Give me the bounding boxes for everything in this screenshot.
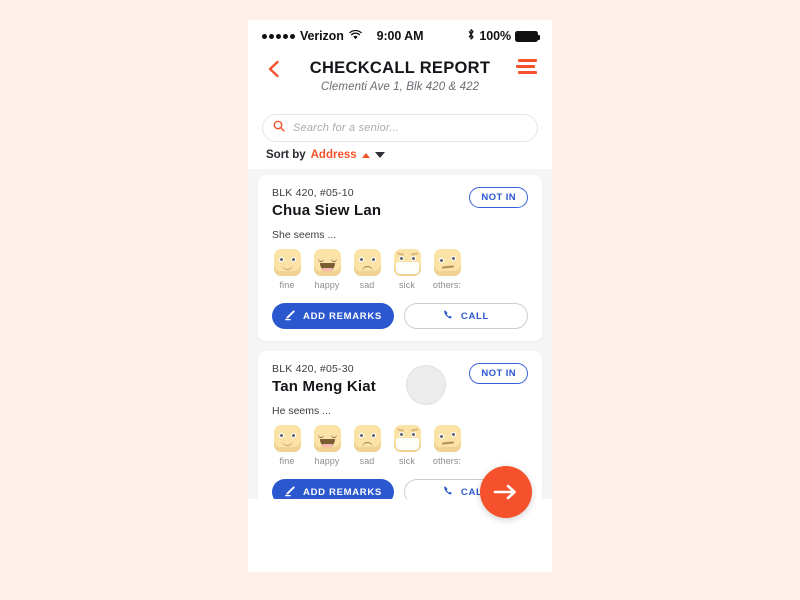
card-identity: BLK 420, #05-10 Chua Siew Lan — [272, 187, 381, 219]
back-button[interactable] — [262, 58, 284, 80]
status-bar-clock: 9:00 AM — [376, 29, 424, 43]
add-remarks-label: ADD REMARKS — [303, 310, 382, 322]
call-button[interactable]: CALL — [404, 303, 528, 329]
next-page-fab[interactable] — [480, 466, 532, 518]
face-others-icon — [433, 249, 461, 276]
mood-label: others: — [432, 456, 462, 466]
hamburger-bar — [518, 59, 537, 62]
caret-up-icon[interactable] — [361, 152, 370, 158]
status-badge[interactable]: NOT IN — [469, 187, 528, 208]
mood-option-sick[interactable]: sick — [392, 249, 422, 290]
bluetooth-icon — [467, 28, 475, 44]
app-header: CHECKCALL REPORT Clementi Ave 1, Blk 420… — [248, 52, 552, 110]
add-remarks-button[interactable]: ADD REMARKS — [272, 303, 394, 329]
unit-address: BLK 420, #05-10 — [272, 187, 354, 199]
add-remarks-button[interactable]: ADD REMARKS — [272, 479, 394, 499]
page-subtitle: Clementi Ave 1, Blk 420 & 422 — [320, 81, 480, 93]
face-sick-icon — [393, 249, 421, 276]
face-happy-icon — [313, 425, 341, 452]
mood-option-others[interactable]: others: — [432, 425, 462, 466]
senior-name: Chua Siew Lan — [272, 202, 382, 219]
face-fine-icon — [273, 249, 301, 276]
chevron-left-icon — [268, 60, 279, 78]
mood-option-sick[interactable]: sick — [392, 425, 422, 466]
face-sad-icon — [353, 425, 381, 452]
mood-option-fine[interactable]: fine — [272, 249, 302, 290]
mood-option-sad[interactable]: sad — [352, 249, 382, 290]
hamburger-bar — [518, 71, 537, 74]
sort-label: Sort by — [266, 149, 306, 161]
status-bar-right: 100% — [423, 28, 541, 44]
add-remarks-label: ADD REMARKS — [303, 486, 382, 498]
mood-selector: fine happy sad sick others: — [272, 249, 528, 290]
battery-percent-label: 100% — [479, 29, 511, 43]
mood-label: happy — [314, 280, 340, 290]
arrow-right-icon — [493, 484, 516, 500]
face-sick-icon — [393, 425, 421, 452]
face-fine-icon — [273, 425, 301, 452]
battery-icon — [515, 30, 541, 42]
search-icon — [273, 119, 285, 137]
mood-option-happy[interactable]: happy — [312, 425, 342, 466]
mood-selector: fine happy sad sick others: — [272, 425, 528, 466]
carrier-label: Verizon — [300, 29, 344, 43]
face-sad-icon — [353, 249, 381, 276]
mood-label: sick — [399, 280, 415, 290]
hamburger-menu-icon[interactable] — [516, 59, 538, 77]
mood-label: sick — [399, 456, 415, 466]
call-label: CALL — [460, 310, 490, 322]
pencil-icon — [284, 485, 296, 500]
search-placeholder: Search for a senior... — [293, 122, 400, 134]
mood-label: fine — [279, 456, 295, 466]
status-badge[interactable]: NOT IN — [469, 363, 528, 384]
mood-option-happy[interactable]: happy — [312, 249, 342, 290]
card-header: BLK 420, #05-10 Chua Siew Lan NOT IN — [272, 187, 528, 219]
card-header: BLK 420, #05-30 Tan Meng Kiat NOT IN — [272, 363, 528, 395]
mood-label: sad — [359, 456, 375, 466]
phone-screen: Verizon 9:00 AM 100% CHECKCALL REPORT Cl… — [248, 20, 552, 572]
face-others-icon — [433, 425, 461, 452]
card-actions: ADD REMARKS CALL — [272, 303, 528, 329]
mood-prompt: She seems ... — [272, 229, 337, 241]
mood-option-others[interactable]: others: — [432, 249, 462, 290]
page-title: CHECKCALL REPORT — [309, 59, 491, 77]
mood-prompt: He seems ... — [272, 405, 331, 417]
mood-label: others: — [432, 280, 462, 290]
phone-icon — [443, 485, 454, 499]
mood-label: sad — [359, 280, 375, 290]
senior-name: Tan Meng Kiat — [272, 378, 376, 395]
sort-value[interactable]: Address — [311, 149, 357, 161]
status-bar: Verizon 9:00 AM 100% — [248, 20, 552, 52]
face-happy-icon — [313, 249, 341, 276]
unit-address: BLK 420, #05-30 — [272, 363, 354, 375]
mood-label: happy — [314, 456, 340, 466]
status-bar-left: Verizon — [262, 29, 377, 43]
wifi-icon — [349, 29, 362, 43]
header-title-block: CHECKCALL REPORT Clementi Ave 1, Blk 420… — [310, 59, 491, 93]
senior-card[interactable]: BLK 420, #05-10 Chua Siew Lan NOT IN She… — [258, 175, 542, 341]
mood-option-sad[interactable]: sad — [352, 425, 382, 466]
card-identity: BLK 420, #05-30 Tan Meng Kiat — [272, 363, 376, 395]
signal-strength-icon — [262, 33, 295, 39]
search-region: Search for a senior... Sort by Address — [248, 110, 552, 169]
caret-down-icon[interactable] — [374, 152, 385, 158]
mood-option-fine[interactable]: fine — [272, 425, 302, 466]
search-input[interactable]: Search for a senior... — [262, 114, 538, 142]
phone-icon — [443, 309, 454, 323]
hamburger-bar — [516, 65, 535, 68]
pencil-icon — [284, 309, 296, 324]
mood-label: fine — [279, 280, 295, 290]
senior-card-list[interactable]: BLK 420, #05-10 Chua Siew Lan NOT IN She… — [248, 169, 552, 499]
sort-control: Sort by Address — [262, 142, 538, 169]
